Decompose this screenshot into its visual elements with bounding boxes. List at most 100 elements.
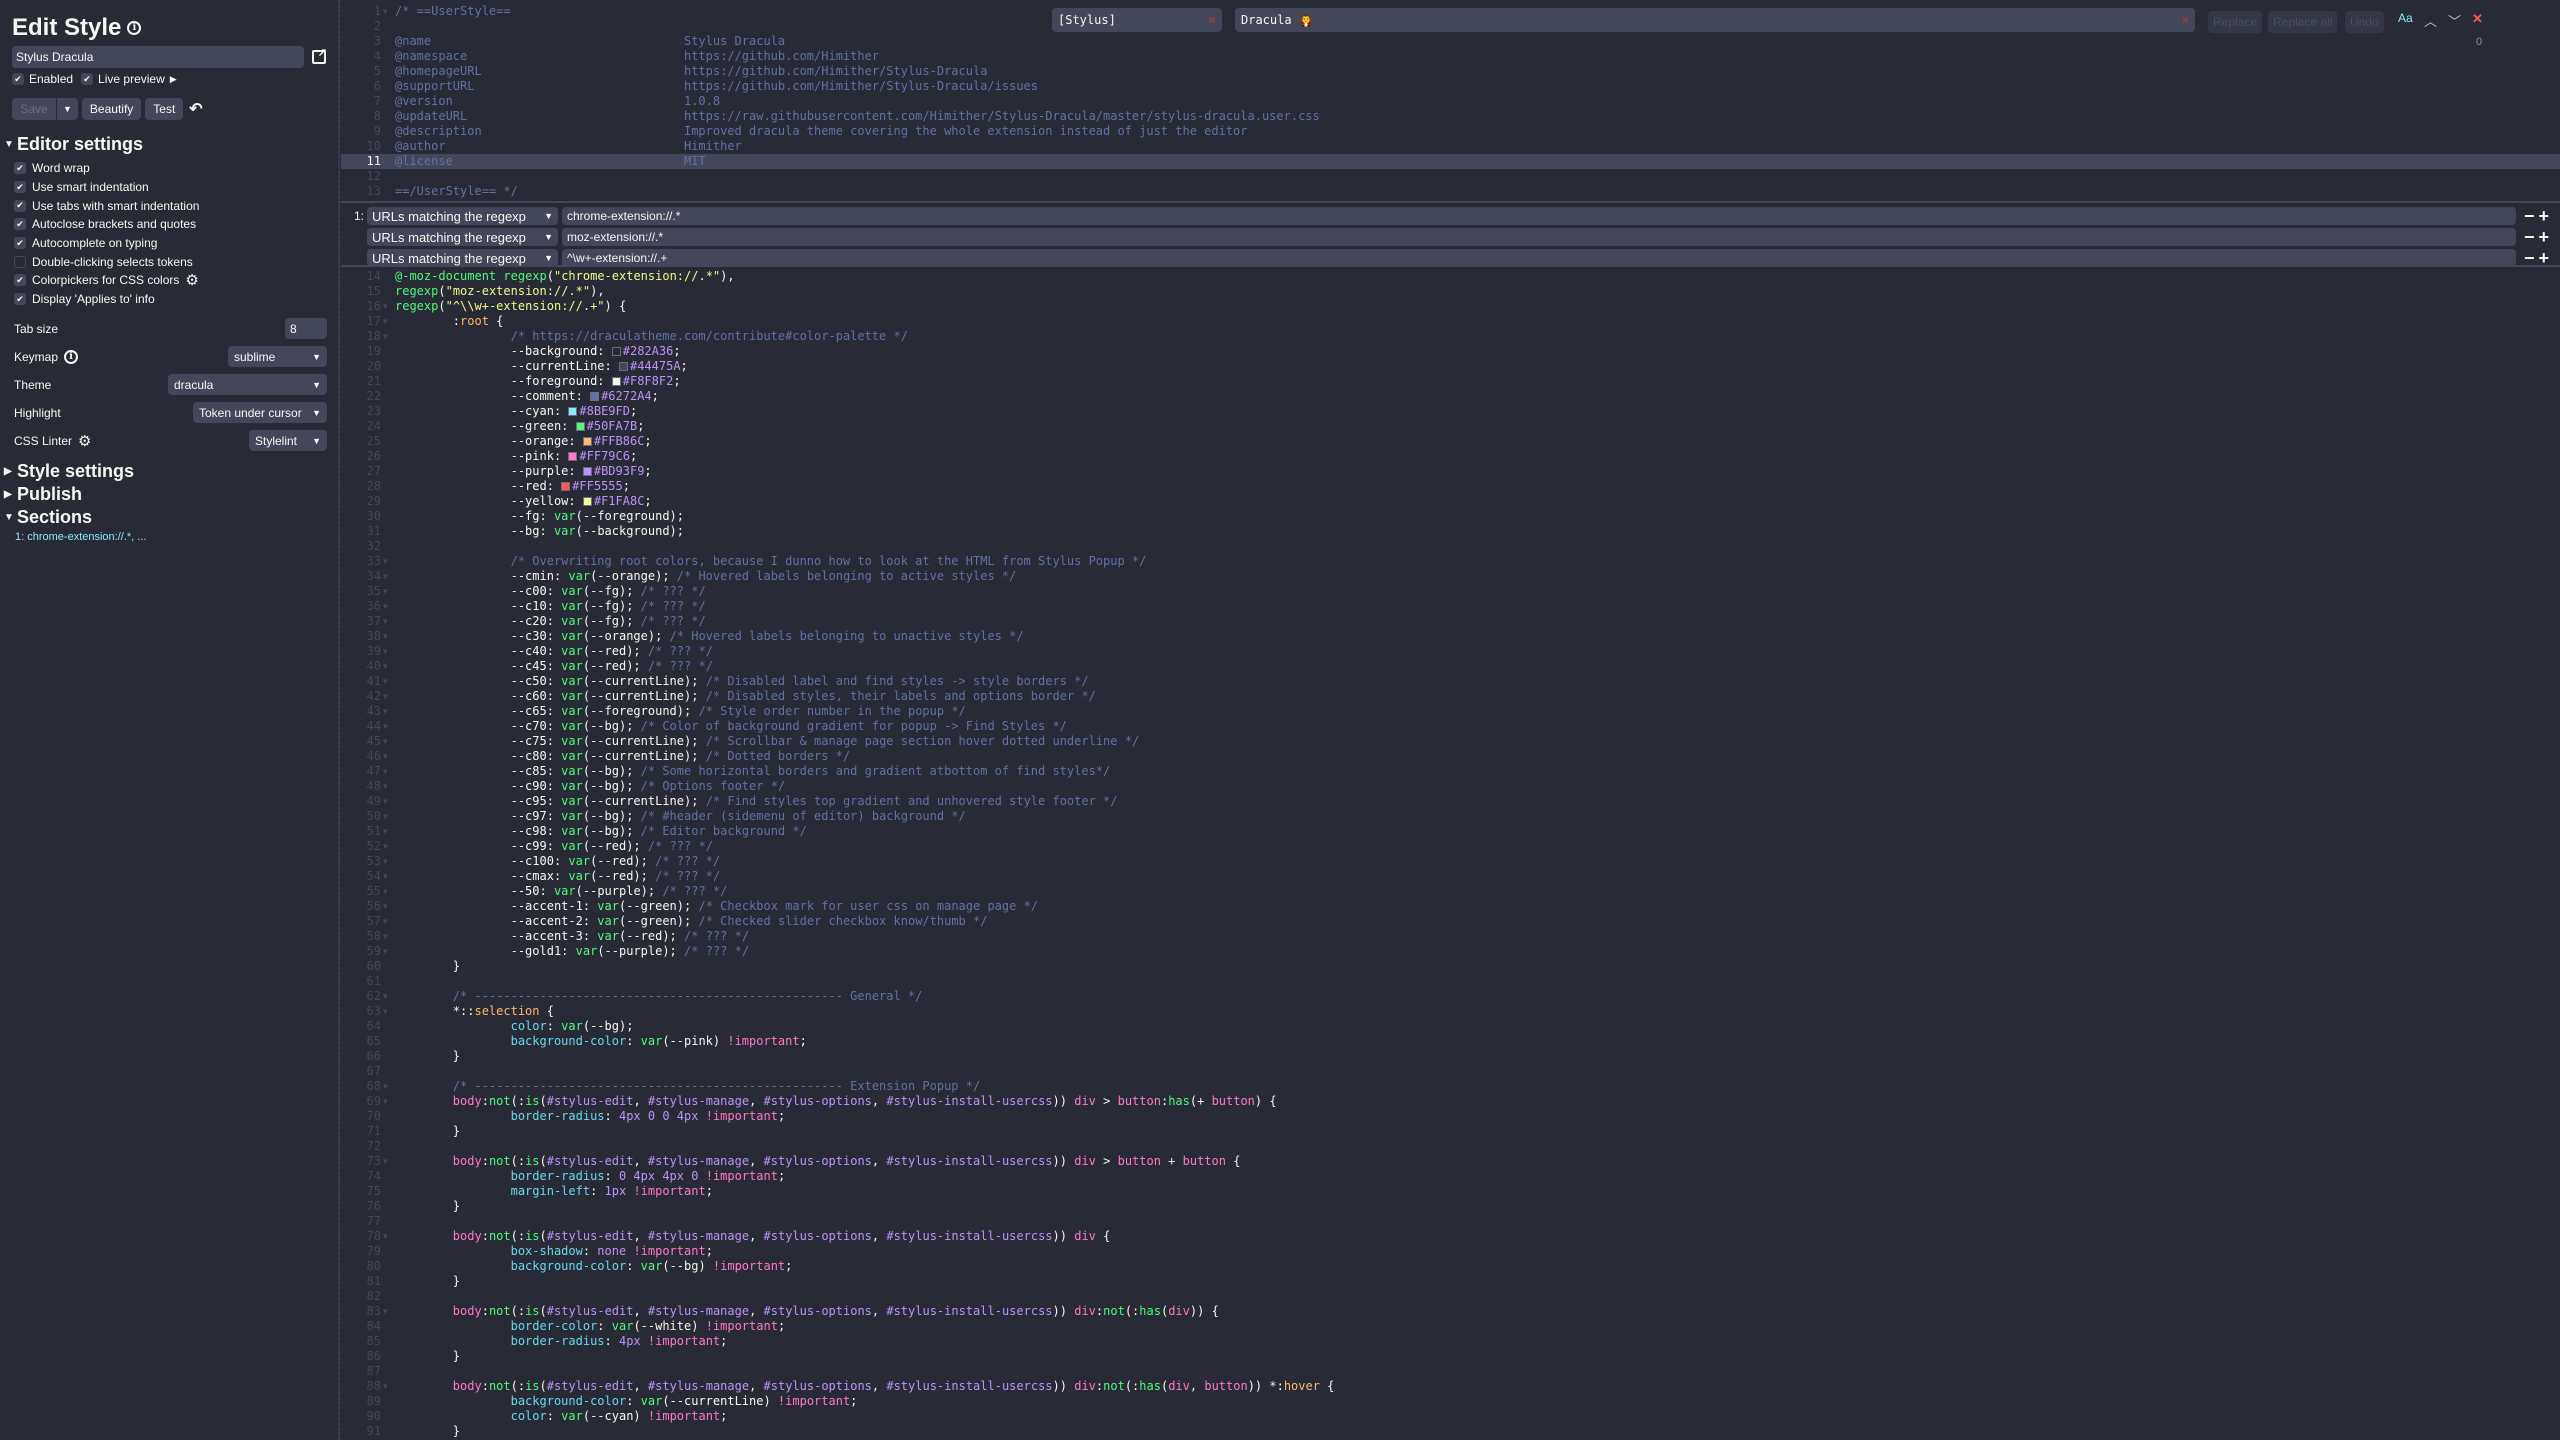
highlight-select[interactable]: Token under cursor ▼ — [193, 402, 327, 423]
code-line[interactable]: 82 — [341, 1289, 2560, 1304]
code-line[interactable]: 53 ▼ --c100: var(--red); /* ??? */ — [341, 854, 2560, 869]
code-line[interactable]: 17 ▼ :root { — [341, 314, 2560, 329]
add-rule-button[interactable]: + — [2539, 249, 2550, 267]
code-line[interactable]: 50 ▼ --c97: var(--bg); /* #header (sideme… — [341, 809, 2560, 824]
fold-marker-icon[interactable]: ▼ — [383, 1079, 391, 1094]
code-line[interactable]: 74 border-radius: 0 4px 4px 0 !important… — [341, 1169, 2560, 1184]
code-line[interactable]: 36 ▼ --c10: var(--fg); /* ??? */ — [341, 599, 2560, 614]
fold-marker-icon[interactable]: ▼ — [383, 614, 391, 629]
fold-marker-icon[interactable]: ▼ — [383, 1094, 391, 1109]
code-line[interactable]: 31 --bg: var(--background); — [341, 524, 2560, 539]
code-line[interactable]: 45 ▼ --c75: var(--currentLine); /* Scroll… — [341, 734, 2560, 749]
fold-marker-icon[interactable]: ▼ — [383, 659, 391, 674]
code-line[interactable]: 87 — [341, 1364, 2560, 1379]
fold-marker-icon[interactable]: ▼ — [383, 929, 391, 944]
editor-settings-heading[interactable]: ▼ Editor settings — [4, 134, 327, 155]
fold-marker-icon[interactable]: ▼ — [383, 4, 391, 19]
fold-marker-icon[interactable]: ▼ — [383, 764, 391, 779]
option-checkbox[interactable]: ✔ Colorpickers for CSS colors ⚙ — [14, 271, 327, 290]
code-line[interactable]: 33 ▼ /* Overwriting root colors, because … — [341, 554, 2560, 569]
remove-rule-button[interactable]: − — [2524, 249, 2535, 267]
enabled-checkbox[interactable]: ✔ Enabled — [12, 72, 73, 86]
clear-find-icon[interactable]: ✖ — [1209, 13, 1216, 27]
code-line[interactable]: 48 ▼ --c90: var(--bg); /* Options footer … — [341, 779, 2560, 794]
theme-select[interactable]: dracula ▼ — [168, 374, 327, 395]
section-link[interactable]: 1: chrome-extension://.*, ... — [15, 531, 327, 543]
sections-heading[interactable]: ▼ Sections — [4, 507, 327, 528]
style-name-input[interactable] — [12, 46, 304, 68]
code-line[interactable]: 51 ▼ --c98: var(--bg); /* Editor backgrou… — [341, 824, 2560, 839]
code-line[interactable]: 27 --purple: #BD93F9; — [341, 464, 2560, 479]
fold-marker-icon[interactable]: ▼ — [383, 314, 391, 329]
code-line[interactable]: 35 ▼ --c00: var(--fg); /* ??? */ — [341, 584, 2560, 599]
fold-marker-icon[interactable]: ▼ — [383, 299, 391, 314]
fold-marker-icon[interactable]: ▼ — [383, 569, 391, 584]
code-line[interactable]: 39 ▼ --c40: var(--red); /* ??? */ — [341, 644, 2560, 659]
option-checkbox[interactable]: Double-clicking selects tokens — [14, 252, 327, 271]
keymap-select[interactable]: sublime ▼ — [228, 346, 327, 367]
code-line[interactable]: 72 — [341, 1139, 2560, 1154]
fold-marker-icon[interactable]: ▼ — [383, 644, 391, 659]
replace-all-button[interactable]: Replace all — [2268, 11, 2338, 33]
code-line[interactable]: 78 ▼ body:not(:is(#stylus-edit, #stylus-m… — [341, 1229, 2560, 1244]
option-checkbox[interactable]: ✔ Autoclose brackets and quotes — [14, 215, 327, 234]
code-line[interactable]: 86 } — [341, 1349, 2560, 1364]
find-input[interactable]: [Stylus] ✖ — [1052, 8, 1222, 32]
code-line[interactable]: 69 ▼ body:not(:is(#stylus-edit, #stylus-m… — [341, 1094, 2560, 1109]
gear-icon[interactable]: ⚙ — [185, 271, 198, 289]
clear-replace-icon[interactable]: ✖ — [2182, 13, 2189, 27]
code-line[interactable]: 24 --green: #50FA7B; — [341, 419, 2560, 434]
applies-value-input[interactable]: chrome-extension://.* — [562, 207, 2516, 225]
undo-icon[interactable]: ↶ — [189, 99, 202, 119]
fold-marker-icon[interactable]: ▼ — [383, 914, 391, 929]
expand-triangle-icon[interactable]: ▶ — [170, 74, 177, 85]
code-line[interactable]: 76 } — [341, 1199, 2560, 1214]
code-line[interactable]: 43 ▼ --c65: var(--foreground); /* Style o… — [341, 704, 2560, 719]
fold-marker-icon[interactable]: ▼ — [383, 794, 391, 809]
code-line[interactable]: 88 ▼ body:not(:is(#stylus-edit, #stylus-m… — [341, 1379, 2560, 1394]
remove-rule-button[interactable]: − — [2524, 228, 2535, 246]
code-line[interactable]: 61 — [341, 974, 2560, 989]
test-button[interactable]: Test — [145, 98, 184, 120]
close-icon[interactable]: ✕ — [2472, 11, 2483, 27]
fold-marker-icon[interactable]: ▼ — [383, 869, 391, 884]
code-line[interactable]: 7 @version 1.0.8 — [341, 94, 2560, 109]
beautify-button[interactable]: Beautify — [81, 98, 142, 120]
code-line[interactable]: 34 ▼ --cmin: var(--orange); /* Hovered la… — [341, 569, 2560, 584]
gear-icon[interactable]: ⚙ — [78, 432, 91, 450]
code-line[interactable]: 75 margin-left: 1px !important; — [341, 1184, 2560, 1199]
undo-replace-button[interactable]: Undo — [2345, 11, 2384, 33]
code-line[interactable]: 20 --currentLine: #44475A; — [341, 359, 2560, 374]
fold-marker-icon[interactable]: ▼ — [383, 689, 391, 704]
fold-marker-icon[interactable]: ▼ — [383, 719, 391, 734]
fold-marker-icon[interactable]: ▼ — [383, 944, 391, 959]
code-line[interactable]: 79 box-shadow: none !important; — [341, 1244, 2560, 1259]
option-checkbox[interactable]: ✔ Use tabs with smart indentation — [14, 196, 327, 215]
replace-input[interactable]: Dracula 🧛 ✖ — [1235, 8, 2195, 32]
code-line[interactable]: 9 @description Improved dracula theme cov… — [341, 124, 2560, 139]
code-line[interactable]: 77 — [341, 1214, 2560, 1229]
code-line[interactable]: 32 — [341, 539, 2560, 554]
code-line[interactable]: 52 ▼ --c99: var(--red); /* ??? */ — [341, 839, 2560, 854]
info-icon[interactable]: i — [64, 349, 79, 364]
code-line[interactable]: 28 --red: #FF5555; — [341, 479, 2560, 494]
code-line[interactable]: 84 border-color: var(--white) !important… — [341, 1319, 2560, 1334]
code-line[interactable]: 5 @homepageURL https://github.com/Himithe… — [341, 64, 2560, 79]
code-line[interactable]: 21 --foreground: #F8F8F2; — [341, 374, 2560, 389]
fold-marker-icon[interactable]: ▼ — [383, 329, 391, 344]
code-line[interactable]: 66 } — [341, 1049, 2560, 1064]
code-line[interactable]: 71 } — [341, 1124, 2560, 1139]
code-line[interactable]: 23 --cyan: #8BE9FD; — [341, 404, 2560, 419]
applies-type-select[interactable]: URLs matching the regexp ▼ — [367, 249, 558, 267]
code-line[interactable]: 83 ▼ body:not(:is(#stylus-edit, #stylus-m… — [341, 1304, 2560, 1319]
code-line[interactable]: 73 ▼ body:not(:is(#stylus-edit, #stylus-m… — [341, 1154, 2560, 1169]
fold-marker-icon[interactable]: ▼ — [383, 599, 391, 614]
code-line[interactable]: 47 ▼ --c85: var(--bg); /* Some horizontal… — [341, 764, 2560, 779]
live-preview-checkbox[interactable]: ✔ Live preview ▶ — [81, 72, 177, 86]
code-line[interactable]: 10 @author Himither — [341, 139, 2560, 154]
code-line[interactable]: 12 — [341, 169, 2560, 184]
fold-marker-icon[interactable]: ▼ — [383, 1379, 391, 1394]
fold-marker-icon[interactable]: ▼ — [383, 779, 391, 794]
save-dropdown-button[interactable]: ▼ — [57, 98, 78, 120]
linter-select[interactable]: Stylelint ▼ — [249, 430, 327, 451]
